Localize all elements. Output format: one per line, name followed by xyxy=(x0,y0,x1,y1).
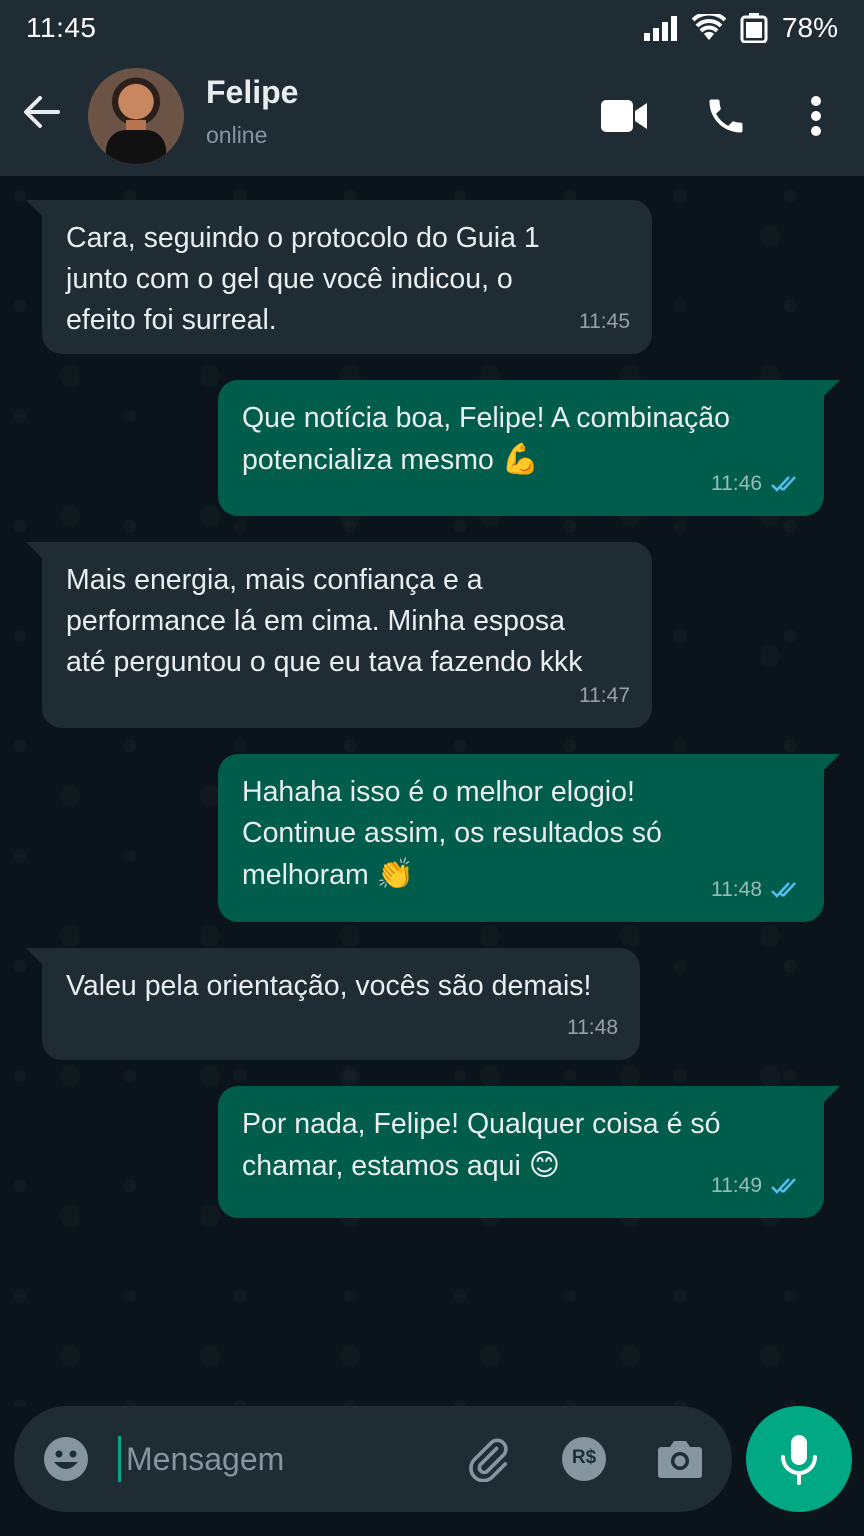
paperclip-icon xyxy=(469,1438,508,1482)
flexed-biceps-emoji: 💪 xyxy=(501,442,540,477)
video-call-button[interactable] xyxy=(598,90,650,142)
message-input[interactable] xyxy=(126,1432,426,1486)
signal-icon xyxy=(643,16,677,41)
incoming-message[interactable]: Valeu pela orientação, vocês são demais!… xyxy=(26,948,640,1060)
more-options-button[interactable] xyxy=(790,90,842,142)
message-meta: 11:48 xyxy=(711,869,802,910)
more-vert-icon xyxy=(811,96,821,136)
message-meta: 11:45 xyxy=(579,301,630,342)
message-time: 11:46 xyxy=(711,472,762,495)
message-meta: 11:49 xyxy=(711,1165,802,1206)
message-meta: 11:47 xyxy=(579,675,630,716)
contact-name[interactable]: Felipe xyxy=(206,74,298,111)
incoming-message[interactable]: Mais energia, mais confiança e a perform… xyxy=(26,542,652,728)
message-time: 11:45 xyxy=(579,310,630,333)
mic-icon xyxy=(781,1435,817,1485)
payment-label: R$ xyxy=(571,1447,597,1468)
message-text: Cara, seguindo o protocolo do Guia 1 jun… xyxy=(66,222,540,336)
double-check-icon xyxy=(771,475,796,492)
back-button[interactable] xyxy=(18,88,66,136)
emoji-icon xyxy=(44,1437,88,1481)
message-composer: R$ xyxy=(14,1406,732,1512)
double-check-icon xyxy=(771,1177,796,1194)
status-time: 11:45 xyxy=(26,12,97,43)
battery-icon xyxy=(740,13,768,43)
message-time: 11:49 xyxy=(711,1174,762,1197)
avatar[interactable] xyxy=(88,68,184,164)
clapping-hands-emoji: 👏 xyxy=(376,857,414,892)
incoming-message[interactable]: Cara, seguindo o protocolo do Guia 1 jun… xyxy=(26,200,652,354)
whatsapp-chat-screen: 11:45 78% Felipe online Cara, seguindo o… xyxy=(0,0,864,1536)
emoji-button[interactable] xyxy=(42,1435,90,1483)
arrow-left-icon xyxy=(24,96,60,128)
phone-icon xyxy=(709,99,743,133)
message-text: Valeu pela orientação, vocês são demais! xyxy=(66,970,592,1002)
wifi-icon xyxy=(691,14,726,40)
attach-button[interactable] xyxy=(464,1435,512,1483)
video-call-icon xyxy=(601,100,647,132)
outgoing-message[interactable]: Por nada, Felipe! Qualquer coisa é só ch… xyxy=(218,1086,840,1218)
message-text: Mais energia, mais confiança e a perform… xyxy=(66,564,583,678)
message-list[interactable]: Cara, seguindo o protocolo do Guia 1 jun… xyxy=(0,176,864,1406)
payment-button[interactable]: R$ xyxy=(560,1435,608,1483)
voice-call-button[interactable] xyxy=(700,90,752,142)
voice-message-button[interactable] xyxy=(746,1406,852,1512)
camera-icon xyxy=(658,1441,702,1478)
message-meta: 11:48 xyxy=(567,1007,618,1048)
outgoing-message[interactable]: Hahaha isso é o melhor elogio! Continue … xyxy=(218,754,840,922)
contact-status: online xyxy=(206,122,268,148)
smiling-face-emoji: 😊 xyxy=(528,1148,561,1183)
message-time: 11:48 xyxy=(567,1016,618,1039)
status-indicators: 78% xyxy=(643,12,838,44)
message-time: 11:47 xyxy=(579,684,630,707)
message-time: 11:48 xyxy=(711,878,762,901)
battery-percent: 78% xyxy=(781,12,838,43)
double-check-icon xyxy=(771,881,796,898)
message-meta: 11:46 xyxy=(711,463,802,504)
text-cursor xyxy=(118,1436,121,1482)
chat-header: Felipe online xyxy=(0,56,864,176)
outgoing-message[interactable]: Que notícia boa, Felipe! A combinação po… xyxy=(218,380,840,516)
camera-button[interactable] xyxy=(656,1435,704,1483)
status-bar: 11:45 78% xyxy=(0,0,864,56)
